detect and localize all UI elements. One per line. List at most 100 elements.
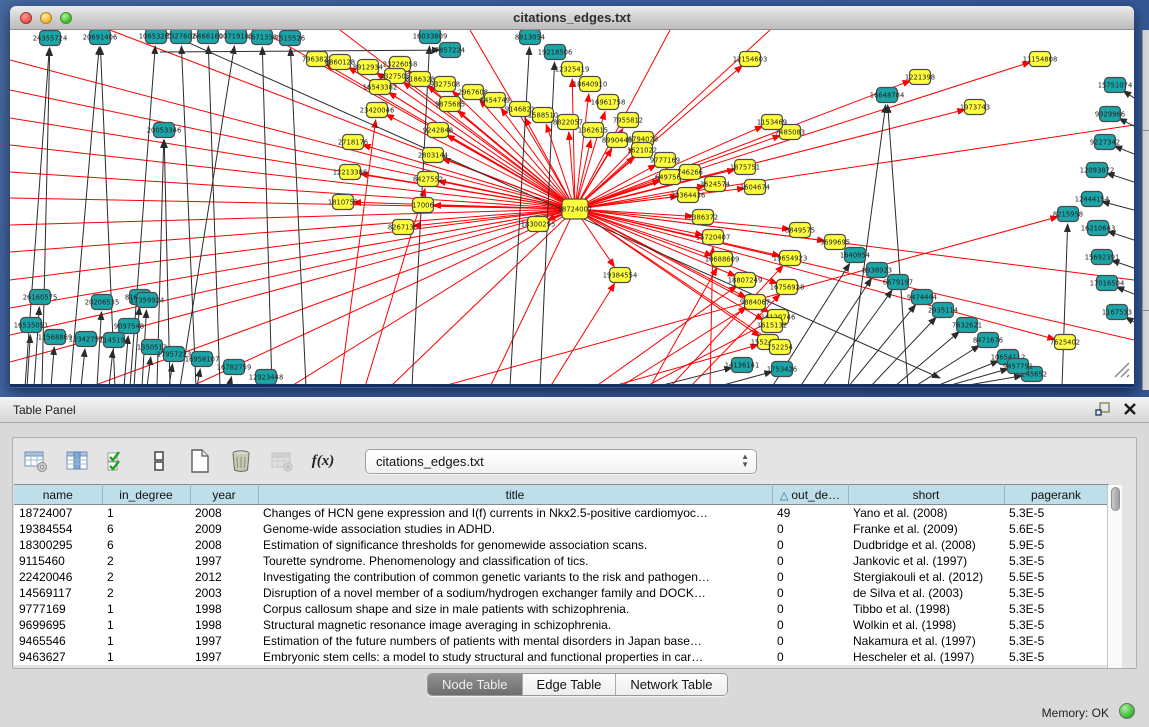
table-cell[interactable]: Stergiakouli et al. (2012) <box>848 569 1004 585</box>
graph-node-teal[interactable]: 1145194 <box>99 333 129 348</box>
table-cell[interactable]: 5.6E-5 <box>1004 521 1108 537</box>
table-cell[interactable]: 9777169 <box>14 601 102 617</box>
citation-edge-black[interactable] <box>1116 287 1134 294</box>
citation-edge-black[interactable] <box>957 376 1022 387</box>
graph-node-yellow[interactable]: 1604674 <box>740 180 770 195</box>
graph-node-yellow[interactable]: 1973743 <box>960 100 990 115</box>
graph-node-yellow[interactable]: 16756928 <box>770 280 805 295</box>
graph-node-teal[interactable]: 7515526 <box>275 31 305 46</box>
table-cell[interactable]: Wolkin et al. (1998) <box>848 617 1004 633</box>
citation-edge-black[interactable] <box>147 357 151 387</box>
table-cell[interactable]: Tibbo et al. (1998) <box>848 601 1004 617</box>
tab-node-table[interactable]: Node Table <box>428 674 523 695</box>
table-cell[interactable]: 1 <box>102 505 190 521</box>
citation-edge-black[interactable] <box>290 48 306 387</box>
graph-node-teal[interactable]: 8938923 <box>862 263 892 278</box>
citation-edge-red[interactable] <box>550 283 615 387</box>
graph-node-teal[interactable]: 16648784 <box>870 88 905 103</box>
graph-node-yellow[interactable]: 1615132 <box>757 318 787 333</box>
table-row[interactable]: 2242004622012Investigating the contribut… <box>14 569 1108 585</box>
table-cell[interactable]: 2 <box>102 585 190 601</box>
table-cell[interactable]: 2008 <box>190 537 258 553</box>
delete-table-disabled-icon[interactable] <box>267 446 297 476</box>
citation-edge-black[interactable] <box>27 335 30 387</box>
rows-icon[interactable] <box>144 446 174 476</box>
table-selector-dropdown[interactable]: citations_edges.txt ▲▼ <box>365 449 757 474</box>
table-cell[interactable]: 0 <box>772 569 848 585</box>
table-cell[interactable]: 0 <box>772 537 848 553</box>
graph-node-teal[interactable]: 4671358 <box>247 30 277 45</box>
graph-node-yellow[interactable]: 1621022 <box>627 143 657 158</box>
table-cell[interactable]: 49 <box>772 505 848 521</box>
table-cell[interactable]: Hescheler et al. (1997) <box>848 649 1004 665</box>
citation-edge-black[interactable] <box>160 50 440 52</box>
graph-node-yellow[interactable]: 9327508 <box>430 77 460 92</box>
citation-edge-red[interactable] <box>10 209 575 225</box>
graph-node-teal[interactable]: 9457791 <box>1003 359 1033 374</box>
graph-node-yellow[interactable]: 9699695 <box>820 235 850 250</box>
graph-node-yellow[interactable]: 8427552 <box>413 172 443 187</box>
graph-node-yellow[interactable]: 16961758 <box>591 95 626 110</box>
table-cell[interactable]: 5.3E-5 <box>1004 553 1108 569</box>
graph-node-teal[interactable]: 16033809 <box>413 30 448 44</box>
table-cell[interactable]: 22420046 <box>14 569 102 585</box>
graph-node-yellow[interactable]: 9242848 <box>423 123 453 138</box>
column-header[interactable]: pagerank <box>1004 485 1108 505</box>
table-cell[interactable]: Corpus callosum shape and size in male p… <box>258 601 772 617</box>
table-cell[interactable]: 0 <box>772 601 848 617</box>
tab-edge-table[interactable]: Edge Table <box>523 674 617 695</box>
graph-node-yellow[interactable]: 15720407 <box>696 230 731 245</box>
table-cell[interactable]: 9115460 <box>14 553 102 569</box>
column-header[interactable]: name <box>14 485 102 505</box>
citation-edge-red[interactable] <box>710 247 713 387</box>
table-cell[interactable]: 0 <box>772 521 848 537</box>
close-icon[interactable] <box>1123 402 1137 416</box>
graph-node-teal[interactable]: 12923448 <box>249 370 284 385</box>
graph-node-yellow[interactable]: 7955812 <box>613 113 643 128</box>
table-cell[interactable]: 18300295 <box>14 537 102 553</box>
citation-edge-black[interactable] <box>1119 118 1134 126</box>
graph-node-yellow[interactable]: 7625402 <box>1050 335 1080 350</box>
table-row[interactable]: 977716911998Corpus callosum shape and si… <box>14 601 1108 617</box>
table-cell[interactable]: 1998 <box>190 617 258 633</box>
table-cell[interactable]: Dudbridge et al. (2008) <box>848 537 1004 553</box>
network-canvas-container[interactable]: 1872400724355724206914061065326713276026… <box>10 30 1134 387</box>
graph-node-teal[interactable]: 1327602 <box>166 30 196 44</box>
table-cell[interactable]: 1 <box>102 633 190 649</box>
table-cell[interactable]: Structural magnetic resonance image aver… <box>258 617 772 633</box>
graph-node-teal[interactable]: 9474444 <box>907 290 937 305</box>
graph-node-yellow[interactable]: 17006 <box>412 198 434 213</box>
graph-node-yellow[interactable]: 12213386 <box>333 165 368 180</box>
graph-node-yellow[interactable]: 1362615 <box>578 123 608 138</box>
table-settings-icon[interactable] <box>21 446 51 476</box>
table-cell[interactable]: 2 <box>102 553 190 569</box>
graph-node-yellow[interactable]: 3624574 <box>700 177 730 192</box>
graph-node-yellow[interactable]: 1153469 <box>757 115 787 130</box>
graph-node-yellow[interactable]: 9875685 <box>435 97 465 112</box>
table-cell[interactable]: 5.3E-5 <box>1004 505 1108 521</box>
table-cell[interactable]: 1 <box>102 649 190 665</box>
table-cell[interactable]: 1998 <box>190 601 258 617</box>
citation-edge-black[interactable] <box>262 47 272 387</box>
graph-node-teal[interactable]: 2935114 <box>928 303 958 318</box>
table-cell[interactable]: Genome-wide association studies in ADHD. <box>258 521 772 537</box>
citation-edge-black[interactable] <box>261 386 262 387</box>
graph-node-yellow[interactable]: 19384554 <box>603 268 638 283</box>
table-row[interactable]: 1456911722003Disruption of a novel membe… <box>14 585 1108 601</box>
graph-node-teal[interactable]: 1167533 <box>1102 305 1132 320</box>
float-icon[interactable] <box>1095 401 1111 417</box>
table-cell[interactable]: 5.3E-5 <box>1004 633 1108 649</box>
graph-node-yellow[interactable]: 8912934 <box>353 60 383 75</box>
table-cell[interactable]: 0 <box>772 553 848 569</box>
citation-edge-red[interactable] <box>365 189 425 387</box>
graph-node-yellow[interactable]: 1221398 <box>905 70 935 85</box>
citation-edge-black[interactable] <box>1123 91 1134 98</box>
table-row[interactable]: 946554611997Estimation of the future num… <box>14 633 1108 649</box>
graph-node-yellow[interactable]: 2803144 <box>418 148 448 163</box>
function-builder-icon[interactable]: f(x) <box>308 446 338 476</box>
citation-edge-black[interactable] <box>412 46 429 387</box>
graph-node-yellow[interactable]: 11154808 <box>1023 52 1058 67</box>
table-cell[interactable]: 5.3E-5 <box>1004 649 1108 665</box>
table-cell[interactable]: 9699695 <box>14 617 102 633</box>
table-row[interactable]: 1830029562008Estimation of significance … <box>14 537 1108 553</box>
